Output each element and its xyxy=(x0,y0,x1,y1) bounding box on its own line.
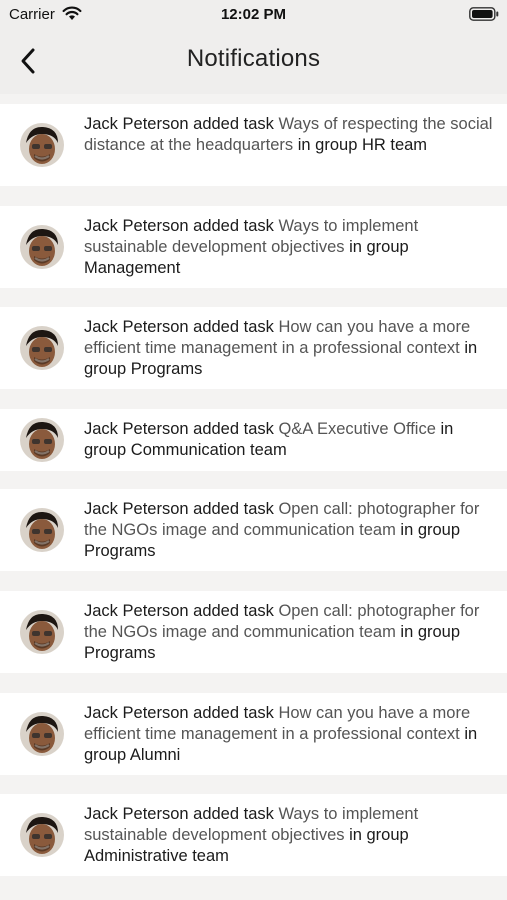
notification-item[interactable]: Jack Peterson added task Q&A Executive O… xyxy=(0,409,507,471)
actor-name: Jack Peterson xyxy=(84,602,189,620)
notification-text: Jack Peterson added task Ways to impleme… xyxy=(84,216,494,279)
notification-text: Jack Peterson added task Ways of respect… xyxy=(84,114,494,156)
action-label: added task xyxy=(188,704,279,722)
avatar xyxy=(20,418,64,462)
group-prefix: in group xyxy=(293,136,362,154)
notification-item[interactable]: Jack Peterson added task Ways to impleme… xyxy=(0,794,507,876)
group-name: Programs xyxy=(130,360,203,378)
avatar xyxy=(20,508,64,552)
actor-name: Jack Peterson xyxy=(84,217,189,235)
group-prefix: in group xyxy=(395,521,461,539)
actor-name: Jack Peterson xyxy=(84,500,189,518)
avatar xyxy=(20,610,64,654)
group-prefix: in group xyxy=(344,826,409,844)
avatar xyxy=(20,225,64,269)
avatar xyxy=(20,123,64,167)
status-time: 12:02 PM xyxy=(220,6,287,23)
group-name: Communication team xyxy=(130,441,287,459)
notification-item[interactable]: Jack Peterson added task How can you hav… xyxy=(0,307,507,389)
group-name: Management xyxy=(84,259,181,277)
avatar xyxy=(20,326,64,370)
actor-name: Jack Peterson xyxy=(84,805,189,823)
group-name: Administrative team xyxy=(84,847,229,865)
group-prefix: in group xyxy=(395,623,461,641)
group-name: Programs xyxy=(84,644,156,662)
action-label: added task xyxy=(188,420,279,438)
task-title: Q&A Executive Office xyxy=(278,420,436,438)
notification-item[interactable]: Jack Peterson added task Open call: phot… xyxy=(0,591,507,673)
notification-text: Jack Peterson added task How can you hav… xyxy=(84,317,494,380)
battery-icon xyxy=(469,7,499,21)
avatar xyxy=(20,712,64,756)
notification-text: Jack Peterson added task Ways to impleme… xyxy=(84,804,494,867)
group-name: Programs xyxy=(84,542,156,560)
notification-text: Jack Peterson added task Open call: phot… xyxy=(84,601,494,664)
action-label: added task xyxy=(188,602,279,620)
group-name: HR team xyxy=(361,136,428,154)
actor-name: Jack Peterson xyxy=(84,318,189,336)
status-bar: Carrier 12:02 PM xyxy=(0,0,507,28)
action-label: added task xyxy=(188,805,279,823)
action-label: added task xyxy=(188,217,279,235)
notification-item[interactable]: Jack Peterson added task Ways to impleme… xyxy=(0,206,507,288)
notification-text: Jack Peterson added task Q&A Executive O… xyxy=(84,419,494,461)
notification-item[interactable]: Jack Peterson added task Ways of respect… xyxy=(0,104,507,186)
action-label: added task xyxy=(188,500,279,518)
actor-name: Jack Peterson xyxy=(84,115,189,133)
action-label: added task xyxy=(188,115,279,133)
action-label: added task xyxy=(188,318,279,336)
notification-text: Jack Peterson added task Open call: phot… xyxy=(84,499,494,562)
notification-item[interactable]: Jack Peterson added task Open call: phot… xyxy=(0,489,507,571)
actor-name: Jack Peterson xyxy=(84,704,189,722)
group-prefix: in group xyxy=(344,238,409,256)
actor-name: Jack Peterson xyxy=(84,420,189,438)
navigation-bar: Notifications xyxy=(0,28,507,94)
page-title: Notifications xyxy=(186,45,321,72)
avatar xyxy=(20,813,64,857)
notifications-screen: Carrier 12:02 PM Notifications Jack Pete… xyxy=(0,0,507,900)
notification-item[interactable]: Jack Peterson added task How can you hav… xyxy=(0,693,507,775)
notification-text: Jack Peterson added task How can you hav… xyxy=(84,703,494,766)
group-name: Alumni xyxy=(129,746,181,764)
